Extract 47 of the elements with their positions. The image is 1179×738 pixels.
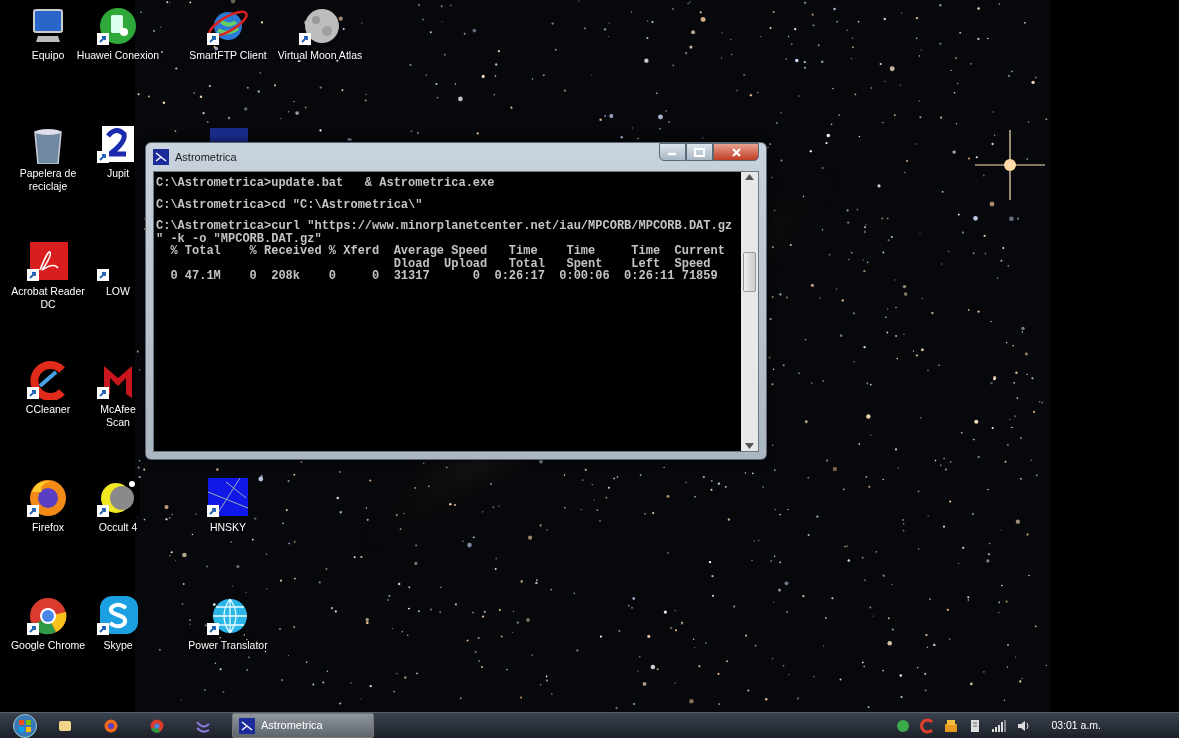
desktop-icon-label[interactable]: Papelera de reciclaje xyxy=(5,167,91,194)
desktop-icon-label[interactable]: Acrobat Reader DC xyxy=(5,285,91,312)
up-arrow-icon[interactable] xyxy=(745,174,754,180)
close-icon xyxy=(730,147,742,157)
desktop-icon-label[interactable]: Equipo xyxy=(31,49,65,63)
scrollbar[interactable] xyxy=(741,172,758,451)
desktop-icon-label[interactable]: Virtual Moon Atlas xyxy=(277,49,363,63)
desktop-icon-label[interactable]: McAfee Scan xyxy=(93,403,143,430)
console-line: " -k -o "MPCORB.DAT.gz" xyxy=(156,232,322,245)
signal-icon[interactable] xyxy=(991,717,1008,734)
maximize-icon xyxy=(694,147,705,157)
console-line: % Total % Received % Xferd Average Speed Time Time Time Current xyxy=(169,245,726,258)
window-title: Astrometrica xyxy=(175,149,237,165)
tray-app-icon[interactable] xyxy=(943,717,960,734)
clock[interactable]: 03:01 a.m. xyxy=(1051,717,1101,734)
desktop-icon-label[interactable]: Power Translator xyxy=(188,639,268,653)
taskbar-app-icon[interactable] xyxy=(149,717,165,734)
desktop-shortcut-icon[interactable] xyxy=(206,478,250,518)
console-line: C:\Astrometrica>cd "C:\Astrometrica\" xyxy=(156,198,424,211)
desktop-icon-label[interactable]: Huawei Conexion xyxy=(76,49,160,63)
desktop-icon-label[interactable]: Google Chrome xyxy=(10,639,86,653)
down-arrow-icon[interactable] xyxy=(745,443,754,449)
minimize-button[interactable] xyxy=(659,143,686,161)
desktop-shortcut-icon[interactable] xyxy=(96,596,140,636)
desktop-icon-label[interactable]: Occult 4 xyxy=(98,521,138,535)
maximize-button[interactable] xyxy=(686,143,713,161)
desktop-icon-label[interactable]: HNSKY xyxy=(209,521,247,535)
close-button[interactable] xyxy=(713,143,759,161)
taskbar-window-button[interactable]: Astrometrica xyxy=(232,713,374,738)
desktop-icon-label[interactable]: Skype xyxy=(103,639,133,653)
scroll-thumb[interactable] xyxy=(743,251,756,292)
desktop-icon-label[interactable]: CCleaner xyxy=(25,403,71,417)
desktop-icon-label[interactable]: SmartFTP Client xyxy=(189,49,267,63)
desktop-shortcut-icon[interactable] xyxy=(26,242,70,282)
console-line: Dload Upload Total Spent Left Speed xyxy=(392,257,711,270)
app-icon xyxy=(239,717,255,734)
desktop-shortcut-icon[interactable] xyxy=(206,596,250,636)
console-line: 0 47.1M 0 208k 0 0 31317 0 0:26:17 0:00:06 0:26:11 71859 xyxy=(169,270,719,283)
desktop-icon-label[interactable]: LOW xyxy=(106,285,130,299)
taskbar-app-icon[interactable] xyxy=(103,717,119,734)
console-line: C:\Astrometrica>curl "https://www.minorplanetcenter.net/iau/MPCORB/MPCORB.DAT.gz xyxy=(156,220,734,233)
app-icon xyxy=(153,149,169,165)
desktop-shortcut-icon[interactable] xyxy=(298,6,342,46)
console-line: C:\Astrometrica>update.bat & Astrometrica.exe xyxy=(156,177,496,190)
desktop-icon-label[interactable]: Firefox xyxy=(31,521,65,535)
desktop-icon-label[interactable]: Jupit xyxy=(106,167,130,181)
tray-app-icon[interactable] xyxy=(895,717,912,734)
